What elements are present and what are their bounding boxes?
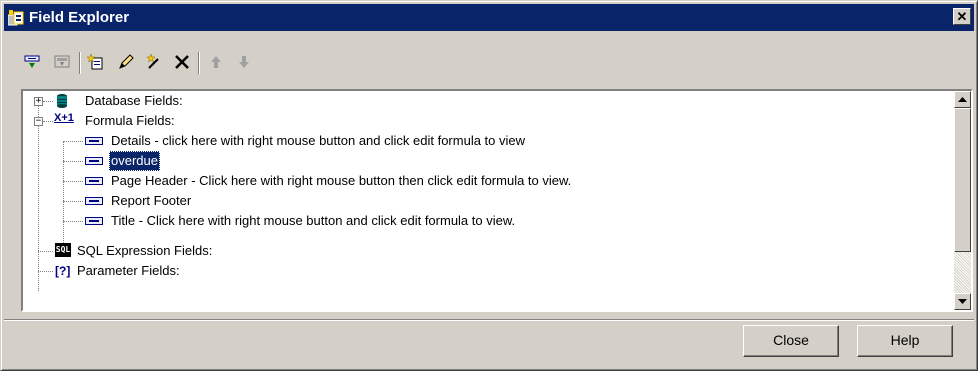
scroll-down-button[interactable] xyxy=(954,293,971,310)
toolbar-separator xyxy=(79,52,81,74)
tree-connector xyxy=(38,101,39,291)
edit-button[interactable] xyxy=(115,51,137,73)
node-label: Database Fields: xyxy=(85,93,183,108)
help-button-label: Help xyxy=(890,332,920,348)
edit-icon xyxy=(119,54,134,69)
formula-field-icon xyxy=(85,137,103,145)
toolbar-separator xyxy=(198,52,200,74)
tree-connector xyxy=(63,201,83,202)
move-up-icon xyxy=(211,56,221,68)
title-bar[interactable]: Field Explorer ✕ xyxy=(4,4,974,31)
node-label: Page Header - Click here with right mous… xyxy=(111,173,572,188)
separator xyxy=(4,319,974,321)
delete-icon xyxy=(175,55,189,69)
database-icon xyxy=(55,93,73,109)
node-label: Parameter Fields: xyxy=(77,263,180,278)
arrow-down-icon xyxy=(958,298,967,304)
delete-button[interactable] xyxy=(171,51,193,73)
tree-connector xyxy=(38,251,53,252)
formula-field-icon xyxy=(85,177,103,185)
formula-field-icon xyxy=(85,197,103,205)
tree-connector xyxy=(63,181,83,182)
sql-icon: SQL xyxy=(55,243,71,257)
tree-connector xyxy=(63,221,83,222)
browse-data-icon xyxy=(54,55,70,68)
tree-connector xyxy=(38,271,53,272)
expand-database-fields[interactable]: + xyxy=(34,97,43,106)
parameter-icon: [?] xyxy=(55,264,71,278)
collapse-formula-fields[interactable]: − xyxy=(34,117,43,126)
tree-connector xyxy=(43,121,53,122)
insert-to-report-button[interactable] xyxy=(21,51,43,73)
field-explorer-icon xyxy=(7,9,24,26)
rename-button[interactable] xyxy=(143,51,165,73)
move-down-icon xyxy=(239,56,249,68)
formula-icon: X+1 xyxy=(54,112,74,124)
scroll-up-button[interactable] xyxy=(954,91,971,108)
tree-connector xyxy=(63,141,83,142)
node-label: Formula Fields: xyxy=(85,113,175,128)
node-label: Details - click here with right mouse bu… xyxy=(111,133,526,148)
new-button[interactable] xyxy=(85,51,107,73)
rename-icon xyxy=(146,53,159,69)
close-icon: ✕ xyxy=(956,9,968,24)
node-label: Report Footer xyxy=(111,193,192,208)
insert-to-report-icon xyxy=(24,55,40,68)
close-button-label: Close xyxy=(773,332,809,348)
field-explorer-window: Field Explorer ✕ + Database Fields: − X+… xyxy=(0,0,978,371)
move-down-button[interactable] xyxy=(233,51,255,73)
field-tree[interactable]: + Database Fields: − X+1 Formula Fields: xyxy=(21,89,973,312)
tree-connector xyxy=(43,101,53,102)
move-up-button[interactable] xyxy=(205,51,227,73)
close-button[interactable]: Close xyxy=(743,325,839,357)
tree-connector xyxy=(63,141,64,251)
vertical-scrollbar[interactable] xyxy=(954,91,971,310)
window-title: Field Explorer xyxy=(29,9,130,26)
close-window-button[interactable]: ✕ xyxy=(953,8,971,25)
toolbar xyxy=(21,51,321,75)
scroll-thumb[interactable] xyxy=(954,108,971,252)
arrow-up-icon xyxy=(958,96,967,102)
tree-connector xyxy=(63,161,83,162)
browse-data-button[interactable] xyxy=(51,51,73,73)
node-label: Title - Click here with right mouse butt… xyxy=(111,213,516,228)
help-button[interactable]: Help xyxy=(857,325,953,357)
formula-field-icon xyxy=(85,217,103,225)
formula-field-icon xyxy=(85,157,103,165)
node-label: overdue xyxy=(109,151,160,171)
new-icon xyxy=(87,53,103,70)
node-label: SQL Expression Fields: xyxy=(77,243,213,258)
